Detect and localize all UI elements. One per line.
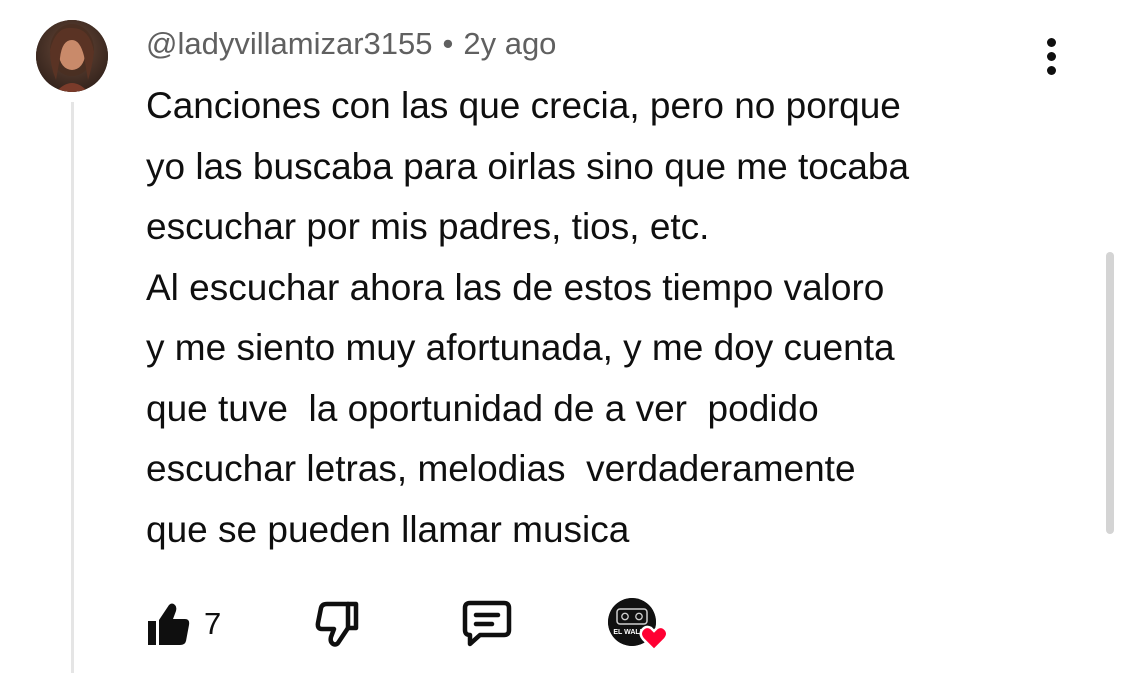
reply-comment-icon [462, 600, 512, 647]
dislike-button[interactable] [314, 598, 360, 650]
author-photo [36, 20, 108, 92]
meta-separator: • [442, 26, 454, 61]
like-count: 7 [204, 606, 222, 641]
like-button[interactable]: 7 [146, 598, 221, 650]
more-options-button[interactable] [1038, 34, 1066, 80]
thumbs-down-outline-icon [315, 601, 359, 647]
heart-icon [639, 625, 669, 652]
thumbs-up-filled-icon [148, 603, 190, 645]
creator-heart: EL WALKM [608, 598, 672, 654]
reply-button[interactable] [462, 598, 512, 650]
comment-text: Canciones con las que crecia, pero no po… [146, 85, 910, 550]
thread-line [71, 102, 74, 673]
comment-timestamp[interactable]: 2y ago [463, 26, 556, 61]
vertical-dots-icon-dot [1047, 66, 1056, 75]
vertical-dots-icon [1047, 38, 1056, 47]
vertical-dots-icon-dot [1047, 52, 1056, 61]
comment-meta: @ladyvillamizar3155 • 2y ago [146, 24, 556, 64]
author-avatar[interactable] [36, 20, 108, 92]
scrollbar-thumb[interactable] [1106, 252, 1114, 534]
author-handle[interactable]: @ladyvillamizar3155 [146, 26, 432, 61]
